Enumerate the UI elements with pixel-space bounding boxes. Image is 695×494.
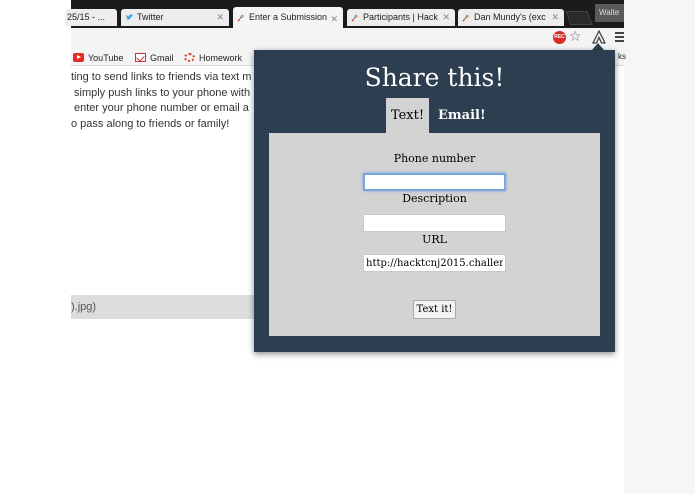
- tab-title: 25/15 - ...: [67, 12, 106, 22]
- bookmark-label: YouTube: [88, 53, 124, 63]
- phone-label: Phone number: [393, 152, 476, 165]
- phone-input[interactable]: [363, 173, 506, 191]
- left-margin: [0, 0, 71, 494]
- close-icon[interactable]: ✕: [216, 9, 224, 26]
- tab-title: Twitter: [137, 12, 164, 22]
- close-icon[interactable]: ✕: [330, 9, 338, 28]
- page-line: ting to send links to friends via text m: [71, 71, 252, 83]
- tab-text[interactable]: Text!: [386, 98, 429, 133]
- new-tab-button[interactable]: [565, 11, 593, 25]
- star-icon[interactable]: ☆: [569, 28, 582, 45]
- youtube-icon: [73, 53, 84, 62]
- bookmark-homework[interactable]: Homework: [184, 52, 242, 64]
- page-line: o pass along to friends or family!: [71, 117, 230, 130]
- url-input[interactable]: [363, 254, 506, 272]
- browser-tab-active[interactable]: Enter a Submission ✕: [233, 7, 343, 28]
- rocket-icon: [237, 14, 245, 22]
- bookmarks-overflow[interactable]: ks: [618, 52, 626, 61]
- window-user-label[interactable]: Walte: [595, 4, 624, 22]
- menu-icon[interactable]: [615, 32, 624, 42]
- bookmark-label: Homework: [199, 53, 243, 63]
- rocket-icon: [351, 14, 359, 22]
- record-extension-icon[interactable]: REC: [553, 31, 566, 44]
- right-strip: [624, 0, 695, 494]
- text-form-panel: Phone number Description URL Text it!: [269, 133, 600, 336]
- close-icon[interactable]: ✕: [442, 9, 450, 26]
- tab-title: Dan Mundy's (exc: [474, 12, 546, 22]
- rocket-icon: [462, 14, 470, 22]
- description-input[interactable]: [363, 214, 506, 232]
- bookmark-label: Gmail: [150, 53, 174, 63]
- close-icon[interactable]: ✕: [551, 9, 559, 26]
- browser-tab[interactable]: Participants | Hack ✕: [347, 9, 455, 26]
- tab-strip: 25/15 - ... Twitter ✕ Enter a Submission…: [65, 0, 624, 28]
- gmail-icon: [135, 53, 146, 62]
- url-label: URL: [422, 233, 447, 246]
- share-extension-icon[interactable]: [592, 30, 606, 44]
- twitter-icon: [125, 14, 134, 20]
- browser-tab-twitter[interactable]: Twitter ✕: [121, 9, 229, 26]
- page-line: simply push links to your phone with: [74, 86, 251, 99]
- description-label: Description: [402, 192, 467, 205]
- tab-title: Participants | Hack: [363, 12, 438, 22]
- popup-arrow: [592, 43, 604, 50]
- tab-email[interactable]: Email!: [438, 98, 486, 133]
- browser-toolbar: REC ☆: [71, 28, 624, 50]
- browser-tab[interactable]: Dan Mundy's (exc ✕: [458, 9, 564, 26]
- file-attachment[interactable]: ).jpg): [71, 295, 256, 319]
- page-description: ting to send links to friends via text m…: [71, 70, 261, 132]
- share-popup: Share this! Text! Email! Phone number De…: [254, 50, 615, 352]
- text-it-button[interactable]: Text it!: [413, 300, 456, 319]
- browser-tab[interactable]: 25/15 - ...: [65, 9, 117, 26]
- popup-title: Share this!: [364, 63, 505, 92]
- tab-title: Enter a Submission: [249, 12, 327, 22]
- page-line: enter your phone number or email a: [74, 102, 249, 114]
- homework-icon: [184, 53, 195, 62]
- bookmark-gmail[interactable]: Gmail: [135, 52, 174, 64]
- bookmark-youtube[interactable]: YouTube: [73, 52, 123, 64]
